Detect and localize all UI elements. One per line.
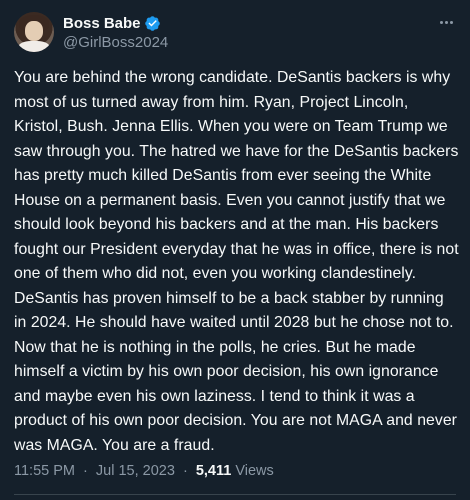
tweet-card: Boss Babe @GirlBoss2024 You are behind t… (0, 0, 470, 500)
verified-badge-icon[interactable] (144, 15, 161, 32)
avatar[interactable] (14, 12, 54, 52)
more-options-icon[interactable] (436, 14, 456, 30)
tweet-date[interactable]: Jul 15, 2023 (96, 463, 175, 479)
views-label[interactable]: Views (235, 463, 273, 479)
meta-separator: · (182, 463, 188, 479)
avatar-face (25, 21, 43, 41)
tweet-text: You are behind the wrong candidate. DeSa… (14, 69, 459, 454)
more-dot (444, 20, 448, 24)
more-dot (439, 20, 443, 24)
tweet-meta: 11:55 PM · Jul 15, 2023 · 5,411 Views (14, 463, 274, 479)
author-names: Boss Babe @GirlBoss2024 (63, 13, 168, 52)
avatar-shoulders (18, 41, 50, 52)
meta-separator: · (83, 463, 88, 479)
divider (14, 494, 456, 495)
tweet-time[interactable]: 11:55 PM (14, 463, 75, 479)
display-name-row: Boss Babe (63, 13, 168, 33)
tweet-header: Boss Babe @GirlBoss2024 (14, 10, 456, 54)
more-dot (449, 20, 453, 24)
author-handle[interactable]: @GirlBoss2024 (63, 34, 168, 51)
display-name[interactable]: Boss Babe (63, 15, 141, 32)
views-count[interactable]: 5,411 (196, 463, 232, 479)
